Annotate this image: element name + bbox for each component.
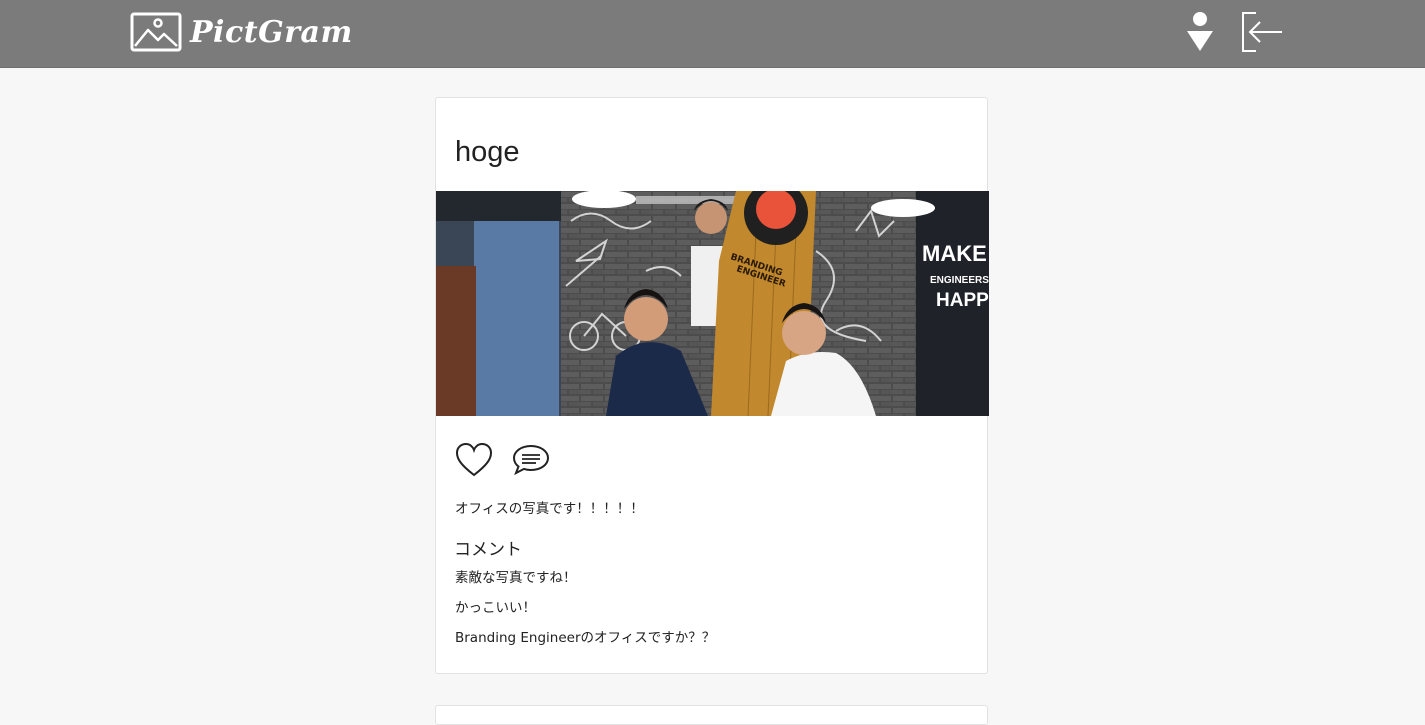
comment-item: かっこいい！ xyxy=(455,600,536,616)
image-icon xyxy=(130,12,182,52)
post-title: hoge xyxy=(455,136,520,168)
speech-bubble-icon[interactable] xyxy=(512,442,550,478)
logout-icon[interactable] xyxy=(1240,11,1284,53)
post-card: hoge MAKE ENGINEERS HAPP BRANDING ENGINE… xyxy=(435,97,989,674)
post-caption: オフィスの写真です！！！！！ xyxy=(455,501,644,517)
user-icon[interactable] xyxy=(1184,11,1216,53)
comment-item: Branding Engineerのオフィスですか？？ xyxy=(455,630,716,646)
comment-item: 素敵な写真ですね！ xyxy=(455,570,577,586)
next-post-card xyxy=(435,705,988,725)
post-photo: MAKE ENGINEERS HAPPY BRANDING ENGINE xyxy=(436,191,989,416)
photo-wall-text-make: MAKE xyxy=(922,241,987,266)
photo-wall-text-engineers: ENGINEERS xyxy=(930,275,989,286)
heart-icon[interactable] xyxy=(455,442,493,478)
comments-heading: コメント xyxy=(454,540,522,560)
brand-name: PictGram xyxy=(190,14,353,50)
brand-link[interactable]: PictGram xyxy=(130,12,353,52)
top-navbar: PictGram xyxy=(0,0,1425,68)
photo-wall-text-happy: HAPPY xyxy=(936,290,989,311)
